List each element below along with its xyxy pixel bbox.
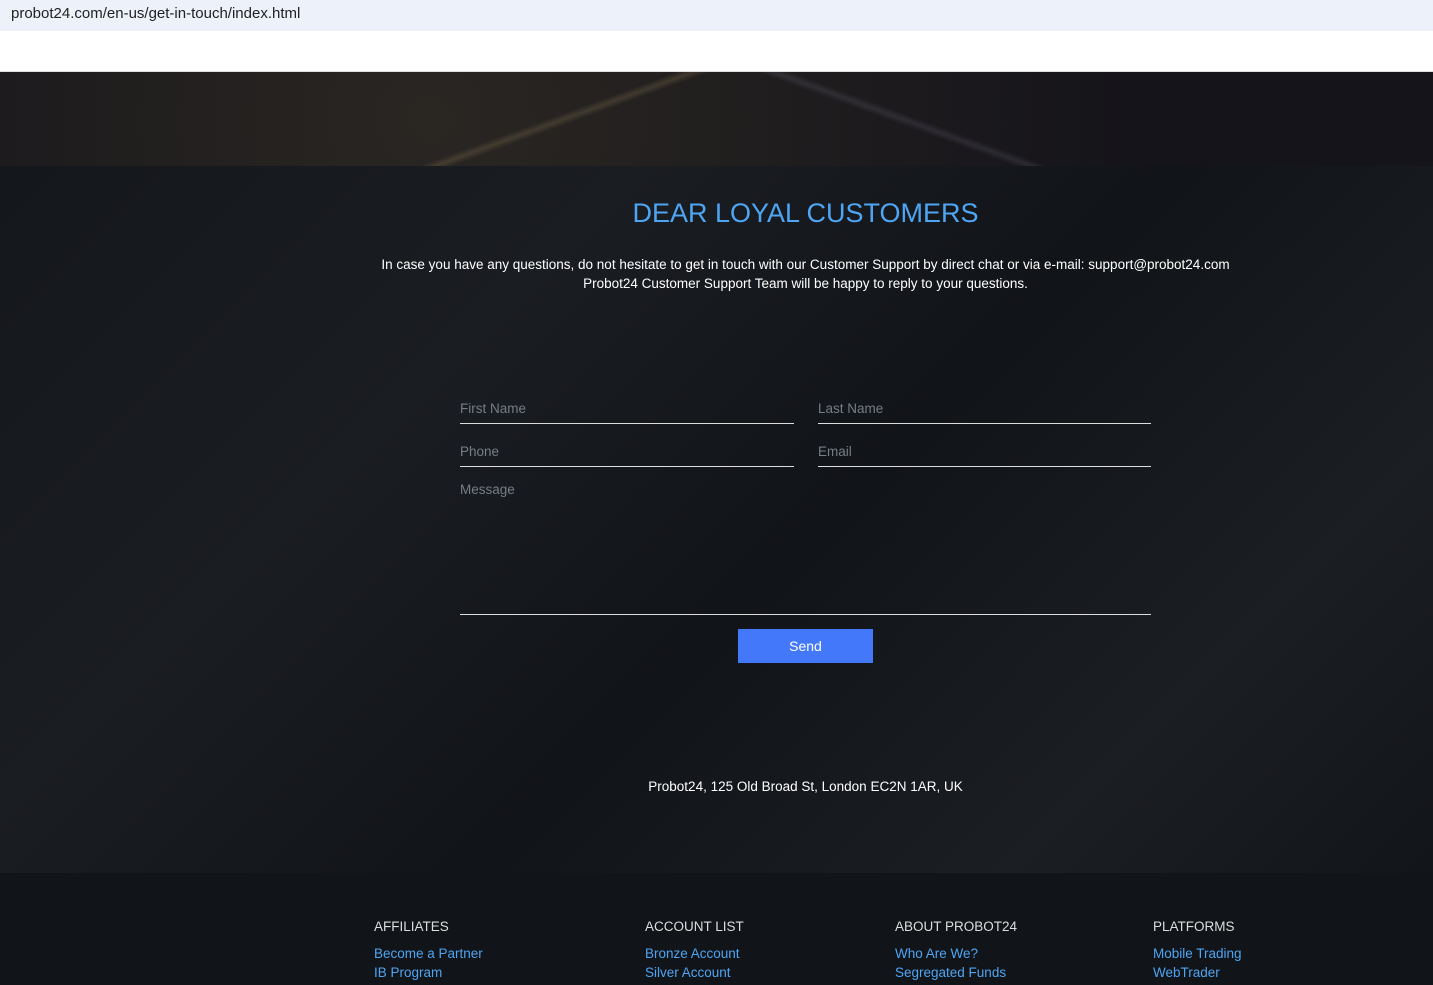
footer-link[interactable]: Mobile Trading <box>1153 944 1242 963</box>
email-input[interactable]: Email <box>818 435 1151 467</box>
company-address: Probot24, 125 Old Broad St, London EC2N … <box>648 779 963 794</box>
footer-heading: PLATFORMS <box>1153 919 1235 934</box>
footer-column-account-list: ACCOUNT LIST Bronze Account Silver Accou… <box>645 919 744 982</box>
page-title: DEAR LOYAL CUSTOMERS <box>632 198 979 228</box>
contact-section: DEAR LOYAL CUSTOMERS In case you have an… <box>0 166 1433 873</box>
footer-heading: ACCOUNT LIST <box>645 919 744 934</box>
intro-line-2: Probot24 Customer Support Team will be h… <box>583 276 1028 291</box>
footer-column-about: ABOUT PROBOT24 Who Are We? Segregated Fu… <box>895 919 1017 982</box>
footer-column-affiliates: AFFILIATES Become a Partner IB Program <box>374 919 483 982</box>
hero-banner <box>0 72 1433 166</box>
footer-link[interactable]: Become a Partner <box>374 944 483 963</box>
intro-text: In case you have any questions, do not h… <box>0 255 1433 293</box>
footer-link[interactable]: Bronze Account <box>645 944 744 963</box>
footer-link[interactable]: Silver Account <box>645 963 744 982</box>
address-bar[interactable]: probot24.com/en-us/get-in-touch/index.ht… <box>0 0 1433 31</box>
intro-line-1: In case you have any questions, do not h… <box>381 257 1230 272</box>
first-name-input[interactable]: First Name <box>460 392 794 424</box>
footer-link[interactable]: WebTrader <box>1153 963 1242 982</box>
send-button[interactable]: Send <box>738 629 873 663</box>
footer-column-platforms: PLATFORMS Mobile Trading WebTrader <box>1153 919 1242 982</box>
footer-link[interactable]: Segregated Funds <box>895 963 1017 982</box>
site-header <box>0 31 1433 72</box>
last-name-input[interactable]: Last Name <box>818 392 1151 424</box>
footer: AFFILIATES Become a Partner IB Program A… <box>0 873 1433 985</box>
footer-heading: AFFILIATES <box>374 919 449 934</box>
footer-heading: ABOUT PROBOT24 <box>895 919 1018 934</box>
phone-input[interactable]: Phone <box>460 435 794 467</box>
footer-link[interactable]: Who Are We? <box>895 944 1017 963</box>
url-text: probot24.com/en-us/get-in-touch/index.ht… <box>11 5 301 22</box>
message-textarea[interactable]: Message <box>460 472 1151 615</box>
footer-link[interactable]: IB Program <box>374 963 483 982</box>
